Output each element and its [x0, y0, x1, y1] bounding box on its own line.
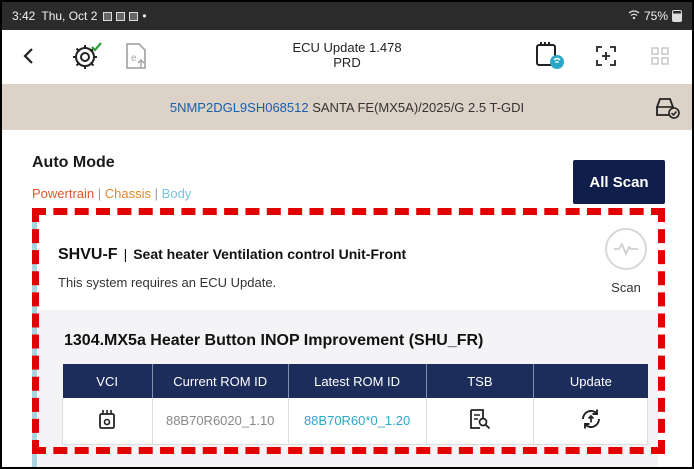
status-date: Thu, Oct 2: [41, 9, 98, 23]
system-name: Seat heater Ventilation control Unit-Fro…: [133, 246, 407, 262]
table-header-row: VCI Current ROM ID Latest ROM ID TSB Upd…: [62, 364, 648, 398]
notification-icon: [129, 11, 139, 21]
document-search-icon: [469, 409, 491, 430]
tab-separator: |: [97, 186, 102, 201]
vehicle-check-button[interactable]: [650, 84, 684, 130]
scan-button[interactable]: Scan: [599, 228, 653, 308]
system-title: SHVU-F | Seat heater Ventilation control U…: [58, 246, 406, 264]
tab-body[interactable]: Body: [162, 186, 192, 201]
ecu-update-table: VCI Current ROM ID Latest ROM ID TSB Upd…: [62, 364, 648, 445]
tab-separator: |: [154, 186, 159, 201]
scan-label: Scan: [611, 280, 641, 295]
app-frame: 3:42 Thu, Oct 2 • 75% e ECU Update 1.478…: [2, 2, 692, 467]
auto-mode-heading: Auto Mode: [32, 154, 115, 171]
system-tabs: Powertrain | Chassis | Body: [32, 186, 191, 201]
latest-rom-id: 88B70R60*0_1.20: [287, 398, 427, 445]
status-bar: 3:42 Thu, Oct 2 • 75%: [2, 2, 692, 30]
notification-icons: •: [103, 9, 147, 23]
expand-button[interactable]: [586, 30, 626, 82]
vehicle-info: 5NMP2DGL9SH068512 SANTA FE(MX5A)/2025/G …: [2, 100, 692, 115]
col-latest-rom: Latest ROM ID: [287, 364, 427, 398]
dot-icon: •: [142, 9, 147, 23]
expand-plus-icon: [596, 46, 616, 66]
col-vci: VCI: [62, 364, 153, 398]
col-current-rom: Current ROM ID: [151, 364, 289, 398]
current-rom-id: 88B70R6020_1.10: [151, 398, 289, 445]
system-code: SHVU-F: [58, 246, 118, 263]
gallery-icon: [103, 11, 113, 21]
system-separator: |: [123, 246, 128, 262]
wifi-icon: [628, 9, 640, 23]
scan-icon-circle: [605, 228, 647, 270]
vehicle-info-bar: 5NMP2DGL9SH068512 SANTA FE(MX5A)/2025/G …: [2, 84, 692, 130]
app-bar: e ECU Update 1.478 PRD: [2, 30, 692, 82]
tab-chassis[interactable]: Chassis: [105, 186, 151, 201]
update-cell[interactable]: [533, 398, 648, 445]
vci-cell: [62, 398, 153, 445]
card-accent-bar: [32, 216, 37, 467]
all-scan-button[interactable]: All Scan: [573, 160, 665, 204]
grid-icon: [651, 47, 669, 65]
update-required-message: This system requires an ECU Update.: [58, 275, 277, 290]
status-time: 3:42: [12, 9, 36, 23]
tsb-title: 1304.MX5a Heater Button INOP Improvement…: [64, 332, 484, 349]
grid-menu-button[interactable]: [640, 30, 680, 82]
vci-device-icon: [99, 410, 116, 430]
col-update: Update: [533, 364, 648, 398]
battery-icon: [672, 10, 682, 22]
tab-powertrain[interactable]: Powertrain: [32, 186, 94, 201]
vin-number: 5NMP2DGL9SH068512: [169, 99, 309, 115]
vci-connection-button[interactable]: [530, 30, 570, 82]
tsb-view-cell[interactable]: [425, 398, 534, 445]
battery-percent: 75%: [643, 9, 668, 23]
col-tsb: TSB: [425, 364, 534, 398]
vci-wireless-icon: [536, 42, 564, 69]
car-check-icon: [656, 98, 680, 119]
vehicle-description: SANTA FE(MX5A)/2025/G 2.5 T-GDI: [312, 99, 525, 115]
table-row: 88B70R6020_1.10 88B70R60*0_1.20: [62, 398, 648, 445]
pulse-wave-icon: [614, 242, 638, 256]
refresh-update-icon: [581, 409, 600, 429]
notification-icon: [116, 11, 126, 21]
